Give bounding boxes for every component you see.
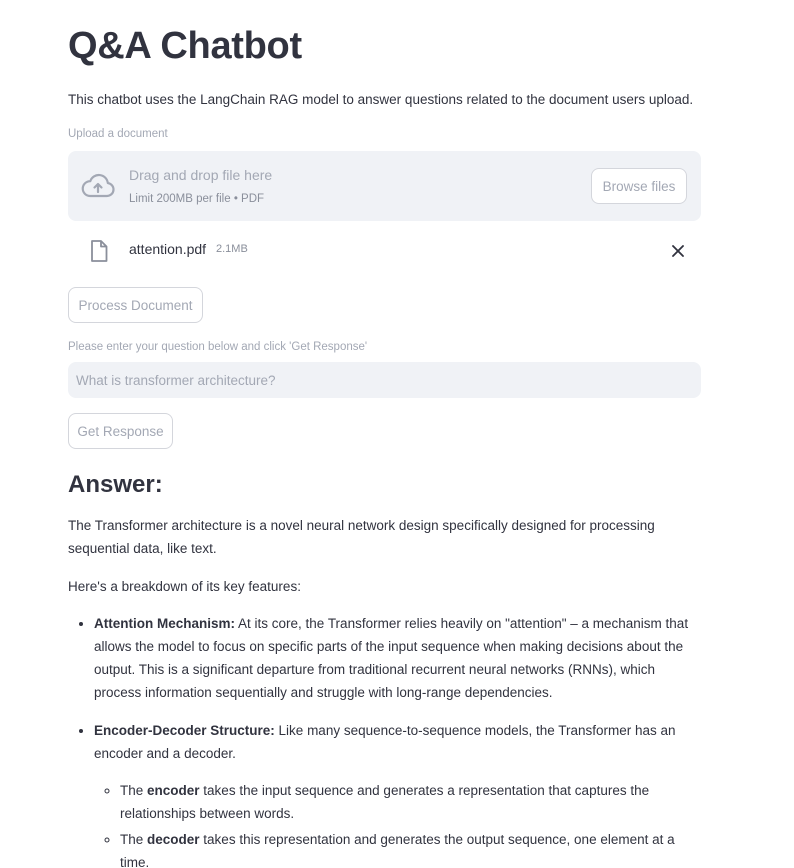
answer-heading: Answer: [68,471,163,498]
sub-item-description: takes this representation and generates … [120,832,675,868]
list-item: The encoder takes the input sequence and… [120,779,701,825]
dropzone-instructions: Drag and drop file here [129,167,273,183]
intro-text: This chatbot uses the LangChain RAG mode… [68,92,694,107]
list-item: Attention Mechanism: At its core, the Tr… [94,612,701,704]
file-size: 2.1MB [216,243,248,255]
feature-list: Attention Mechanism: At its core, the Tr… [68,612,701,868]
question-label: Please enter your question below and cli… [68,341,368,353]
sub-item-term: decoder [147,832,200,847]
file-icon [91,240,108,262]
answer-body: The Transformer architecture is a novel … [68,514,701,868]
list-item: The decoder takes this representation an… [120,828,701,868]
file-dropzone[interactable]: Drag and drop file here Limit 200MB per … [68,151,701,221]
close-icon[interactable] [671,244,685,258]
list-item: Encoder-Decoder Structure: Like many seq… [94,719,701,868]
cloud-upload-icon [81,173,115,198]
page-title: Q&A Chatbot [68,25,302,67]
sub-item-prefix: The [120,783,148,798]
upload-label: Upload a document [68,128,168,140]
process-document-button[interactable]: Process Document [68,287,203,323]
question-input[interactable] [68,362,701,398]
uploaded-file-row: attention.pdf 2.1MB [68,233,701,269]
feature-term: Encoder-Decoder Structure: [94,723,275,738]
feature-term: Attention Mechanism: [94,616,236,631]
browse-files-button[interactable]: Browse files [591,168,687,204]
dropzone-limit: Limit 200MB per file • PDF [129,193,265,205]
sub-list: The encoder takes the input sequence and… [94,779,701,868]
get-response-button[interactable]: Get Response [68,413,173,449]
sub-item-description: takes the input sequence and generates a… [120,783,650,821]
answer-paragraph: The Transformer architecture is a novel … [68,518,655,556]
sub-item-prefix: The [120,832,148,847]
file-name: attention.pdf [129,241,207,257]
sub-item-term: encoder [147,783,200,798]
answer-paragraph: Here's a breakdown of its key features: [68,579,301,594]
